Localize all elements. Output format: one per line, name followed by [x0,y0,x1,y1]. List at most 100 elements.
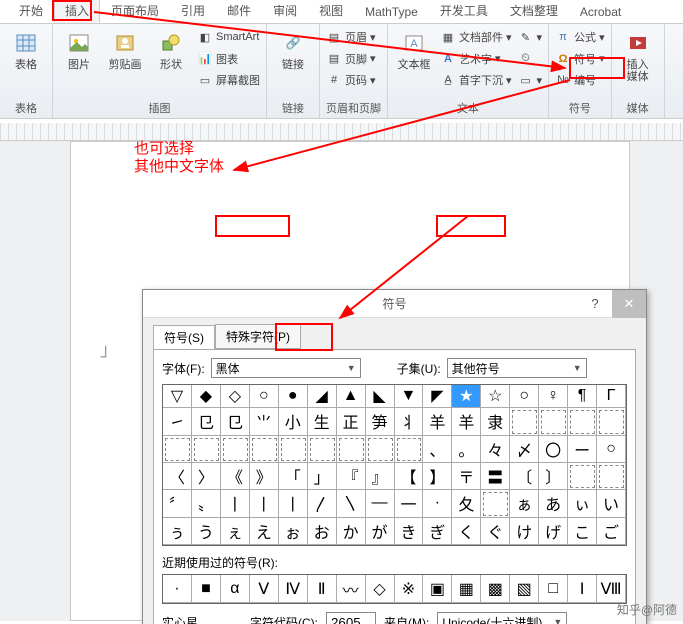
code-input[interactable] [326,612,376,624]
symbol-cell[interactable]: 〇 [539,436,568,463]
equation-button[interactable]: π公式 ▾ [555,27,605,47]
symbol-cell[interactable]: Γ [597,385,626,408]
subset-select[interactable]: 其他符号▼ [447,358,587,378]
tab-引用[interactable]: 引用 [170,0,216,23]
symbol-cell[interactable]: ¶ [568,385,597,408]
symbol-cell[interactable] [221,436,250,463]
symbol-cell[interactable]: ○ [597,436,626,463]
tab-审阅[interactable]: 审阅 [262,0,308,23]
tab-开始[interactable]: 开始 [8,0,54,23]
footer-button[interactable]: ▤页脚 ▾ [326,49,376,69]
symbol-cell[interactable]: ◇ [221,385,250,408]
symbol-cell[interactable] [366,436,395,463]
quickparts-button[interactable]: ▦文档部件 ▾ [440,27,512,47]
symbol-cell[interactable]: ㇀ [163,408,192,435]
symbol-cell[interactable]: ◣ [366,385,395,408]
font-select[interactable]: 黑体▼ [211,358,361,378]
recent-cell[interactable]: 〰 [337,575,366,603]
symbol-cell[interactable] [279,436,308,463]
recent-cell[interactable]: ▣ [423,575,452,603]
symbol-cell[interactable] [192,436,221,463]
symbol-cell[interactable]: ぎ [423,518,452,545]
symbol-cell[interactable]: ⺋ [221,408,250,435]
symbol-cell[interactable]: 〈 [163,463,192,490]
shapes-button[interactable]: 形状 [151,27,191,90]
recent-cell[interactable]: Ⅱ [308,575,337,603]
symbol-cell[interactable]: ▲ [337,385,366,408]
symbol-cell[interactable] [597,463,626,490]
picture-button[interactable]: 图片 [59,27,99,90]
symbol-cell[interactable] [568,408,597,435]
recent-cell[interactable]: □ [539,575,568,603]
dropcap-button[interactable]: A̲首字下沉 ▾ [440,70,512,90]
chart-button[interactable]: 📊图表 [197,49,260,69]
symbol-cell[interactable]: 〓 [481,463,510,490]
wordart-button[interactable]: A艺术字 ▾ [440,49,512,69]
tab-symbols[interactable]: 符号(S) [153,325,215,350]
symbol-cell[interactable]: 〵 [337,490,366,517]
symbol-cell[interactable]: 〔 [510,463,539,490]
symbol-cell[interactable]: 』 [366,463,395,490]
symbol-cell[interactable]: ♀ [539,385,568,408]
symbol-cell[interactable]: 生 [308,408,337,435]
symbol-cell[interactable] [568,463,597,490]
symbol-cell[interactable]: · [423,490,452,517]
close-button[interactable]: ✕ [612,290,646,318]
tab-邮件[interactable]: 邮件 [216,0,262,23]
object-button[interactable]: ▭▾ [518,70,543,90]
table-button[interactable]: 表格 [6,27,46,71]
symbol-cell[interactable]: ぅ [163,518,192,545]
symbol-cell[interactable] [481,490,510,517]
recent-cell[interactable]: ▧ [510,575,539,603]
symbol-cell[interactable]: 小 [279,408,308,435]
symbol-cell[interactable]: う [192,518,221,545]
symbol-button[interactable]: Ω符号 ▾ [555,49,605,69]
symbol-cell[interactable]: 《 [221,463,250,490]
symbol-cell[interactable] [250,436,279,463]
symbol-cell[interactable]: あ [539,490,568,517]
symbol-cell[interactable]: 〆 [510,436,539,463]
symbol-cell[interactable]: ● [279,385,308,408]
symbol-cell[interactable]: く [452,518,481,545]
pagenum-button[interactable]: #页码 ▾ [326,70,376,90]
symbol-cell[interactable]: い [597,490,626,517]
symbol-cell[interactable]: 。 [452,436,481,463]
symbol-cell[interactable]: き [395,518,424,545]
symbol-cell[interactable]: 丨 [279,490,308,517]
screenshot-button[interactable]: ▭屏幕截图 [197,70,260,90]
clipart-button[interactable]: 剪贴画 [105,27,145,90]
symbol-cell[interactable]: — [366,490,395,517]
symbol-cell[interactable]: 正 [337,408,366,435]
symbol-cell[interactable]: 笋 [366,408,395,435]
symbol-cell[interactable]: ☆ [481,385,510,408]
dialog-titlebar[interactable]: 符号 ? ✕ [143,290,646,318]
symbol-cell[interactable]: ⺋ [192,408,221,435]
media-button[interactable]: 插入 媒体 [618,27,658,83]
symbol-cell[interactable]: げ [539,518,568,545]
symbol-cell[interactable]: ○ [250,385,279,408]
symbol-cell[interactable] [337,436,366,463]
symbol-cell[interactable]: 》 [250,463,279,490]
textbox-button[interactable]: A文本框 [394,27,434,90]
symbol-cell[interactable]: 一 [395,490,424,517]
tab-页面布局[interactable]: 页面布局 [100,0,170,23]
symbol-cell[interactable]: ◆ [192,385,221,408]
symbol-cell[interactable]: 隶 [481,408,510,435]
symbol-cell[interactable]: 丨 [221,490,250,517]
symbol-cell[interactable] [163,436,192,463]
symbol-cell[interactable]: 〕 [539,463,568,490]
symbol-cell[interactable]: ○ [510,385,539,408]
tab-视图[interactable]: 视图 [308,0,354,23]
symbol-cell[interactable]: 〒 [452,463,481,490]
symbol-cell[interactable] [539,408,568,435]
recent-cell[interactable]: ■ [192,575,221,603]
recent-cell[interactable]: Ⅷ [597,575,626,603]
symbol-cell[interactable]: ー [568,436,597,463]
symbol-cell[interactable]: ◤ [423,385,452,408]
recent-cell[interactable]: ▦ [452,575,481,603]
symbol-cell[interactable]: ぐ [481,518,510,545]
symbol-cell[interactable]: 【 [395,463,424,490]
symbol-cell[interactable] [308,436,337,463]
symbol-cell[interactable]: 夂 [452,490,481,517]
tab-插入[interactable]: 插入 [54,0,100,23]
